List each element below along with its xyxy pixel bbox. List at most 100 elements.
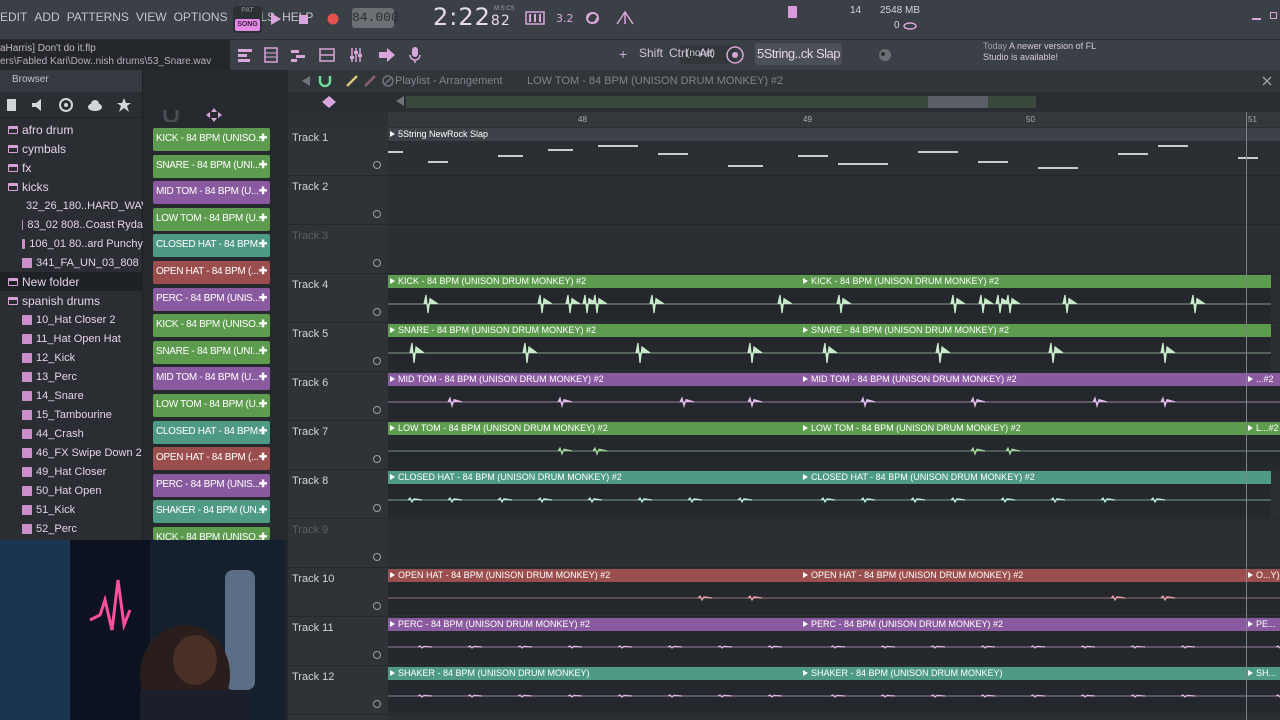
recording-button[interactable] bbox=[404, 44, 426, 66]
track-lane[interactable]: OPEN HAT - 84 BPM (UNISON DRUM MONKEY) #… bbox=[388, 568, 1280, 617]
menu-options[interactable]: OPTIONS bbox=[174, 10, 228, 24]
pencil-icon[interactable] bbox=[346, 75, 358, 87]
menu-add[interactable]: ADD bbox=[34, 10, 59, 24]
playlist-clip[interactable]: MID TOM - 84 BPM (UNISON DRUM MONKEY) #2 bbox=[801, 373, 1246, 419]
browser-folder[interactable]: cymbals bbox=[0, 139, 143, 158]
track-header[interactable]: Track 10 bbox=[288, 568, 388, 617]
clip-header[interactable]: PERC - 84 BPM (UNISON DRUM MONKEY) #2 bbox=[388, 618, 801, 631]
playlist-clip[interactable]: PERC - 84 BPM (UNISON DRUM MONKEY) #2 bbox=[388, 618, 801, 664]
magnet-snap-icon[interactable] bbox=[318, 74, 332, 88]
pat-song-toggle[interactable]: PAT SONG bbox=[233, 6, 262, 33]
track-header[interactable]: Track 3 bbox=[288, 225, 388, 274]
alt-key-indicator[interactable]: Alt bbox=[699, 46, 713, 60]
channel-button[interactable]: CLOSED HAT - 84 BPM... ✚ bbox=[153, 420, 270, 444]
browser-file[interactable]: 12_Kick bbox=[0, 348, 143, 367]
playlist-clip[interactable]: OPEN HAT - 84 BPM (UNISON DRUM MONKEY) #… bbox=[388, 569, 801, 615]
playhead[interactable] bbox=[1246, 112, 1247, 720]
browser-file[interactable]: 49_Hat Closer bbox=[0, 462, 143, 481]
typing-keyboard-icon[interactable] bbox=[615, 10, 635, 26]
playlist-clip[interactable]: SHAKER - 84 BPM (UNISON DRUM MONKEY) bbox=[801, 667, 1246, 713]
track-mute-dot[interactable] bbox=[373, 406, 381, 414]
play-button[interactable] bbox=[265, 8, 287, 30]
browser-file[interactable]: 51_Kick bbox=[0, 500, 143, 519]
playlist-clip[interactable]: MID TOM - 84 BPM (UNISON DRUM MONKEY) #2 bbox=[388, 373, 801, 419]
channel-button[interactable]: LOW TOM - 84 BPM (U... ✚ bbox=[153, 207, 270, 231]
clip-header[interactable]: MID TOM - 84 BPM (UNISON DRUM MONKEY) #2 bbox=[388, 373, 801, 386]
track-header[interactable]: Track 7 bbox=[288, 421, 388, 470]
clip-header[interactable]: O...Y) bbox=[1246, 569, 1280, 582]
browser-file[interactable]: 83_02 808..Coast Ryda bbox=[0, 215, 143, 234]
playlist-clip[interactable]: PERC - 84 BPM (UNISON DRUM MONKEY) #2 bbox=[801, 618, 1246, 664]
track-lane[interactable] bbox=[388, 176, 1280, 225]
playlist-clip[interactable]: LOW TOM - 84 BPM (UNISON DRUM MONKEY) #2 bbox=[801, 422, 1246, 468]
channel-button[interactable]: PERC - 84 BPM (UNIS... ✚ bbox=[153, 287, 270, 311]
playlist-button[interactable] bbox=[234, 44, 256, 66]
playlist-clip[interactable]: OPEN HAT - 84 BPM (UNISON DRUM MONKEY) #… bbox=[801, 569, 1246, 615]
track-header[interactable]: Track 6 bbox=[288, 372, 388, 421]
clip-header[interactable]: L...#2 bbox=[1246, 422, 1280, 435]
playlist-clip[interactable]: CLOSED HAT - 84 BPM (UNISON DRUM MONKEY)… bbox=[801, 471, 1271, 517]
browser-folder[interactable]: fx bbox=[0, 158, 143, 177]
playlist-clip[interactable]: SNARE - 84 BPM (UNISON DRUM MONKEY) #2 bbox=[388, 324, 801, 370]
channel-button[interactable]: SNARE - 84 BPM (UNI... ✚ bbox=[153, 340, 270, 364]
mixer-faders-button[interactable] bbox=[345, 44, 367, 66]
step-edit-icon[interactable]: 3.2 bbox=[555, 10, 575, 26]
track-options-icon[interactable] bbox=[322, 96, 336, 108]
browser-file[interactable]: 50_Hat Open bbox=[0, 481, 143, 500]
channel-button[interactable]: MID TOM - 84 BPM (U... ✚ bbox=[153, 181, 270, 205]
track-mute-dot[interactable] bbox=[373, 553, 381, 561]
track-lane[interactable]: KICK - 84 BPM (UNISON DRUM MONKEY) #2 KIC… bbox=[388, 274, 1280, 323]
tempo-display[interactable]: 84.000 bbox=[352, 8, 399, 28]
clip-header[interactable]: SNARE - 84 BPM (UNISON DRUM MONKEY) #2 bbox=[801, 324, 1271, 337]
channel-button[interactable]: KICK - 84 BPM (UNISO... ✚ bbox=[153, 527, 270, 540]
track-header[interactable]: Track 5 bbox=[288, 323, 388, 372]
stop-button[interactable] bbox=[292, 8, 314, 30]
menu-edit[interactable]: EDIT bbox=[0, 10, 27, 24]
shift-key-indicator[interactable]: Shift bbox=[639, 46, 663, 60]
clip-header[interactable]: KICK - 84 BPM (UNISON DRUM MONKEY) #2 bbox=[801, 275, 1271, 288]
track-header[interactable]: Track 1 bbox=[288, 127, 388, 176]
pattern-selector[interactable]: 5String..ck Slap bbox=[755, 43, 842, 65]
track-lane[interactable]: SNARE - 84 BPM (UNISON DRUM MONKEY) #2 SN… bbox=[388, 323, 1280, 372]
playlist-clip[interactable]: ...#2 bbox=[1246, 373, 1280, 419]
browser-file[interactable]: 46_FX Swipe Down 2 bbox=[0, 443, 143, 462]
loop-record-icon[interactable] bbox=[585, 10, 605, 26]
track-lane[interactable] bbox=[388, 519, 1280, 568]
browser-file[interactable]: 106_01 80..ard Punchy bbox=[0, 234, 143, 253]
track-mute-dot[interactable] bbox=[373, 357, 381, 365]
image-line-button[interactable] bbox=[874, 44, 896, 66]
channel-button[interactable]: KICK - 84 BPM (UNISO... ✚ bbox=[153, 314, 270, 338]
timeline-ruler[interactable]: 48 49 50 51 bbox=[388, 112, 1280, 127]
record-button[interactable] bbox=[322, 8, 344, 30]
clip-header[interactable]: CLOSED HAT - 84 BPM (UNISON DRUM MONKEY)… bbox=[801, 471, 1271, 484]
clip-header[interactable]: LOW TOM - 84 BPM (UNISON DRUM MONKEY) #2 bbox=[388, 422, 801, 435]
browser-folder[interactable]: New folder bbox=[0, 272, 143, 291]
browser-file[interactable]: 341_FA_UN_03_808 bbox=[0, 253, 143, 272]
browser-file[interactable]: 10_Hat Closer 2 bbox=[0, 310, 143, 329]
channel-button[interactable]: PERC - 84 BPM (UNIS... ✚ bbox=[153, 473, 270, 497]
clip-header[interactable]: OPEN HAT - 84 BPM (UNISON DRUM MONKEY) #… bbox=[388, 569, 801, 582]
clip-header[interactable]: CLOSED HAT - 84 BPM (UNISON DRUM MONKEY)… bbox=[388, 471, 801, 484]
menu-view[interactable]: VIEW bbox=[136, 10, 167, 24]
maximize-icon[interactable] bbox=[1270, 12, 1277, 19]
channel-button[interactable]: SHAKER - 84 BPM (UN... ✚ bbox=[153, 500, 270, 524]
clip-header[interactable]: MID TOM - 84 BPM (UNISON DRUM MONKEY) #2 bbox=[801, 373, 1246, 386]
mixer-button[interactable] bbox=[316, 44, 338, 66]
cloud-icon[interactable] bbox=[87, 99, 103, 111]
browser-file[interactable]: 44_Crash bbox=[0, 424, 143, 443]
track-lane[interactable]: 5String NewRock Slap bbox=[388, 127, 1280, 176]
channel-button[interactable]: MID TOM - 84 BPM (U... ✚ bbox=[153, 367, 270, 391]
track-mute-dot[interactable] bbox=[373, 504, 381, 512]
track-mute-dot[interactable] bbox=[373, 602, 381, 610]
menu-patterns[interactable]: PATTERNS bbox=[67, 10, 129, 24]
track-lane[interactable]: SHAKER - 84 BPM (UNISON DRUM MONKEY) SHAK… bbox=[388, 666, 1280, 715]
clip-header[interactable]: KICK - 84 BPM (UNISON DRUM MONKEY) #2 bbox=[388, 275, 801, 288]
playlist-clip[interactable]: L...#2 bbox=[1246, 422, 1280, 468]
playlist-clip[interactable]: 5String NewRock Slap bbox=[388, 128, 1280, 174]
channel-button[interactable]: OPEN HAT - 84 BPM (... ✚ bbox=[153, 447, 270, 471]
playlist-overview[interactable] bbox=[288, 92, 1280, 112]
channel-button[interactable]: SNARE - 84 BPM (UNI... ✚ bbox=[153, 154, 270, 178]
track-mute-dot[interactable] bbox=[373, 455, 381, 463]
close-icon[interactable] bbox=[1262, 76, 1272, 86]
track-header[interactable]: Track 2 bbox=[288, 176, 388, 225]
